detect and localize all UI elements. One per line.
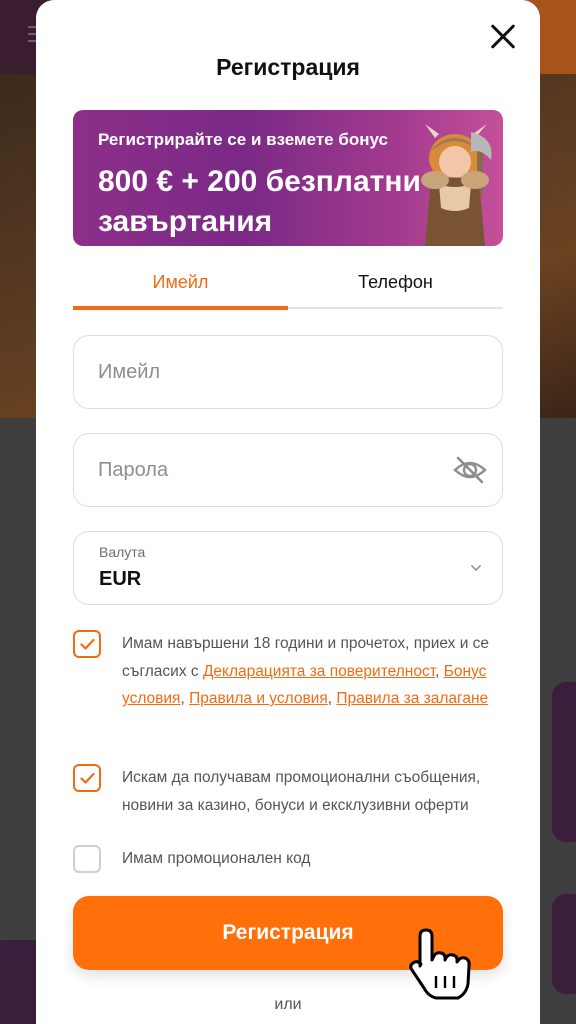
age-consent-checkbox[interactable] (73, 630, 101, 658)
email-input[interactable] (98, 336, 438, 408)
banner-subtitle: Регистрирайте се и вземете бонус (98, 130, 388, 149)
promo-messages-text: Искам да получавам промоционални съобщен… (122, 769, 481, 814)
terms-conditions-link[interactable]: Правила и условия (189, 690, 328, 707)
password-input[interactable] (98, 434, 438, 506)
separator: , (435, 662, 444, 680)
checkmark-icon (80, 772, 95, 784)
promo-code-row: Имам промоционален код (73, 845, 503, 875)
tab-email[interactable]: Имейл (73, 256, 288, 310)
background-card (552, 682, 576, 842)
checkmark-icon (80, 638, 95, 650)
eye-off-icon[interactable] (452, 454, 488, 486)
bonus-banner: Регистрирайте се и вземете бонус 800 € +… (73, 110, 503, 246)
viking-character-illustration (421, 124, 492, 246)
email-field-container (73, 335, 503, 409)
chevron-down-icon (471, 565, 481, 572)
promo-messages-row: Искам да получавам промоционални съобщен… (73, 764, 503, 820)
currency-value: EUR (99, 568, 142, 590)
promo-messages-checkbox[interactable] (73, 764, 101, 792)
separator: , (180, 690, 190, 707)
hand-pointer-icon (409, 928, 471, 1000)
background-card (552, 894, 576, 994)
betting-rules-link[interactable]: Правила за залагане (336, 690, 488, 707)
privacy-declaration-link[interactable]: Декларацията за поверителност (203, 663, 435, 680)
registration-tabs: Имейл Телефон (73, 256, 503, 310)
password-field-container (73, 433, 503, 507)
modal-title: Регистрация (216, 54, 360, 80)
currency-label: Валута (99, 544, 146, 560)
promo-code-text: Имам промоционален код (122, 850, 311, 867)
registration-modal: Регистрация Регистрирайте се и вземете б… (36, 0, 540, 1024)
promo-code-checkbox[interactable] (73, 845, 101, 873)
tab-active-indicator (73, 306, 288, 310)
close-icon[interactable] (484, 18, 522, 56)
tab-phone[interactable]: Телефон (288, 256, 503, 310)
currency-select[interactable]: Валута EUR (73, 531, 503, 605)
age-consent-row: Имам навършени 18 години и прочетох, при… (73, 630, 503, 742)
age-consent-text: Имам навършени 18 години и прочетох, при… (122, 630, 502, 713)
